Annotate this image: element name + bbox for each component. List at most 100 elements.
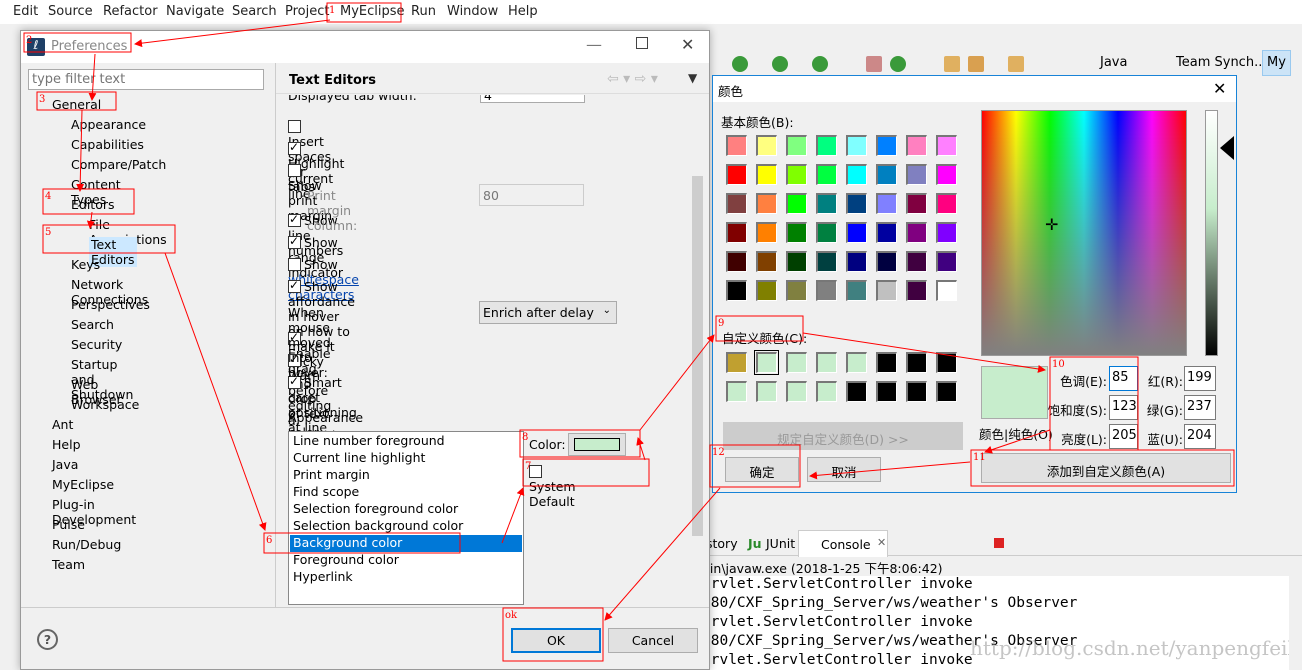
tree-item[interactable]: Search bbox=[71, 317, 114, 332]
color-option-item[interactable]: Foreground color bbox=[290, 552, 522, 569]
tree-item[interactable]: Pulse bbox=[52, 517, 85, 532]
menu-source[interactable]: Source bbox=[48, 4, 93, 19]
color-option-item[interactable]: Line number foreground bbox=[290, 433, 522, 450]
custom-color-swatch[interactable] bbox=[786, 381, 807, 402]
view-menu-icon[interactable]: ▼ bbox=[688, 71, 697, 85]
menu-run[interactable]: Run bbox=[411, 4, 436, 19]
basic-color-swatch[interactable] bbox=[726, 280, 747, 301]
menu-refactor[interactable]: Refactor bbox=[103, 4, 158, 19]
red-input[interactable]: 199 bbox=[1184, 366, 1216, 391]
tree-item[interactable]: Team bbox=[52, 557, 85, 572]
custom-color-swatch[interactable] bbox=[754, 350, 779, 375]
cancel-button[interactable]: 取消 bbox=[807, 457, 881, 482]
basic-color-swatch[interactable] bbox=[876, 164, 897, 185]
basic-color-swatch[interactable] bbox=[816, 193, 837, 214]
basic-color-swatch[interactable] bbox=[846, 135, 867, 156]
cancel-button[interactable]: Cancel bbox=[608, 628, 698, 653]
basic-color-swatch[interactable] bbox=[936, 280, 957, 301]
tree-item[interactable]: Keys bbox=[71, 257, 100, 272]
basic-color-swatch[interactable] bbox=[936, 193, 957, 214]
luminance-slider[interactable] bbox=[1205, 110, 1218, 356]
basic-color-swatch[interactable] bbox=[756, 164, 777, 185]
color-option-item[interactable]: Selection foreground color bbox=[290, 501, 522, 518]
custom-color-swatch[interactable] bbox=[816, 352, 837, 373]
menu-project[interactable]: Project bbox=[285, 4, 329, 19]
basic-color-swatch[interactable] bbox=[816, 251, 837, 272]
blue-input[interactable]: 204 bbox=[1184, 424, 1216, 449]
tree-item[interactable]: Appearance bbox=[71, 117, 146, 132]
luminance-arrow-icon[interactable] bbox=[1220, 136, 1234, 160]
tree-item[interactable]: Help bbox=[52, 437, 81, 452]
menu-search[interactable]: Search bbox=[232, 4, 277, 19]
tree-item[interactable]: Ant bbox=[52, 417, 73, 432]
basic-color-swatch[interactable] bbox=[906, 135, 927, 156]
basic-color-swatch[interactable] bbox=[756, 251, 777, 272]
basic-color-swatch[interactable] bbox=[726, 251, 747, 272]
custom-color-swatch[interactable] bbox=[876, 381, 897, 402]
custom-color-swatch[interactable] bbox=[906, 381, 927, 402]
add-to-custom-colors-button[interactable]: 添加到自定义颜色(A) bbox=[981, 453, 1231, 483]
tab-history[interactable]: story bbox=[706, 536, 738, 551]
run-server-icon[interactable] bbox=[812, 56, 828, 72]
hover-select[interactable]: Enrich after delay ⌄ bbox=[479, 301, 617, 324]
basic-color-swatch[interactable] bbox=[906, 193, 927, 214]
color-option-item[interactable]: Selection background color bbox=[290, 518, 522, 535]
tree-item[interactable]: MyEclipse bbox=[52, 477, 114, 492]
tab-console[interactable]: Console ✕ bbox=[798, 530, 888, 557]
tree-item[interactable]: Compare/Patch bbox=[71, 157, 166, 172]
filter-input[interactable] bbox=[28, 69, 264, 90]
saturation-input[interactable]: 123 bbox=[1109, 395, 1138, 420]
terminate-icon[interactable] bbox=[994, 538, 1004, 548]
custom-color-swatch[interactable] bbox=[816, 381, 837, 402]
tree-item[interactable]: Security bbox=[71, 337, 122, 352]
tree-item[interactable]: Workspace bbox=[71, 397, 139, 412]
custom-color-swatch[interactable] bbox=[936, 381, 957, 402]
basic-color-swatch[interactable] bbox=[816, 164, 837, 185]
run-icon[interactable] bbox=[732, 56, 748, 72]
checkbox[interactable] bbox=[288, 278, 301, 293]
print-margin-input[interactable]: 80 bbox=[479, 184, 584, 206]
close-button[interactable]: ✕ bbox=[1213, 79, 1226, 98]
minimize-button[interactable]: — bbox=[586, 35, 602, 54]
checkbox[interactable] bbox=[288, 212, 301, 227]
hue-input[interactable]: 85 bbox=[1109, 366, 1138, 391]
basic-color-swatch[interactable] bbox=[786, 251, 807, 272]
color-option-item[interactable]: Current line highlight bbox=[290, 450, 522, 467]
perspective-team-synch[interactable]: Team Synch... bbox=[1176, 55, 1266, 70]
basic-color-swatch[interactable] bbox=[726, 164, 747, 185]
custom-color-swatch[interactable] bbox=[756, 381, 777, 402]
basic-color-swatch[interactable] bbox=[726, 222, 747, 243]
basic-color-swatch[interactable] bbox=[876, 251, 897, 272]
color-options-list[interactable]: Line number foreground Current line highl… bbox=[288, 431, 524, 605]
brush-icon[interactable] bbox=[968, 56, 984, 72]
debug-icon[interactable] bbox=[772, 56, 788, 72]
basic-color-swatch[interactable] bbox=[876, 193, 897, 214]
help-icon[interactable]: ? bbox=[37, 629, 58, 650]
color-option-item[interactable]: Find scope bbox=[290, 484, 522, 501]
new-icon[interactable] bbox=[890, 56, 906, 72]
custom-color-swatch[interactable] bbox=[786, 352, 807, 373]
basic-color-swatch[interactable] bbox=[846, 251, 867, 272]
tree-item[interactable]: Capabilities bbox=[71, 137, 144, 152]
basic-color-swatch[interactable] bbox=[756, 135, 777, 156]
open-folder-icon[interactable] bbox=[944, 56, 960, 72]
new-class-icon[interactable] bbox=[866, 56, 882, 72]
basic-color-swatch[interactable] bbox=[756, 280, 777, 301]
menu-myeclipse[interactable]: MyEclipse bbox=[340, 4, 405, 19]
green-input[interactable]: 237 bbox=[1184, 395, 1216, 420]
system-default-checkbox[interactable]: System Default bbox=[529, 464, 576, 509]
basic-color-swatch[interactable] bbox=[906, 222, 927, 243]
basic-color-swatch[interactable] bbox=[756, 193, 777, 214]
basic-color-swatch[interactable] bbox=[786, 164, 807, 185]
close-icon[interactable]: ✕ bbox=[877, 536, 886, 549]
checkbox[interactable] bbox=[288, 140, 301, 155]
perspective-java[interactable]: Java bbox=[1100, 55, 1127, 70]
basic-color-swatch[interactable] bbox=[756, 222, 777, 243]
color-option-item[interactable]: Hyperlink bbox=[290, 569, 522, 586]
color-option-item[interactable]: Print margin bbox=[290, 467, 522, 484]
custom-color-swatch[interactable] bbox=[846, 352, 867, 373]
basic-color-swatch[interactable] bbox=[726, 193, 747, 214]
folder-icon[interactable] bbox=[1008, 56, 1024, 72]
basic-color-swatch[interactable] bbox=[816, 280, 837, 301]
basic-color-swatch[interactable] bbox=[786, 193, 807, 214]
